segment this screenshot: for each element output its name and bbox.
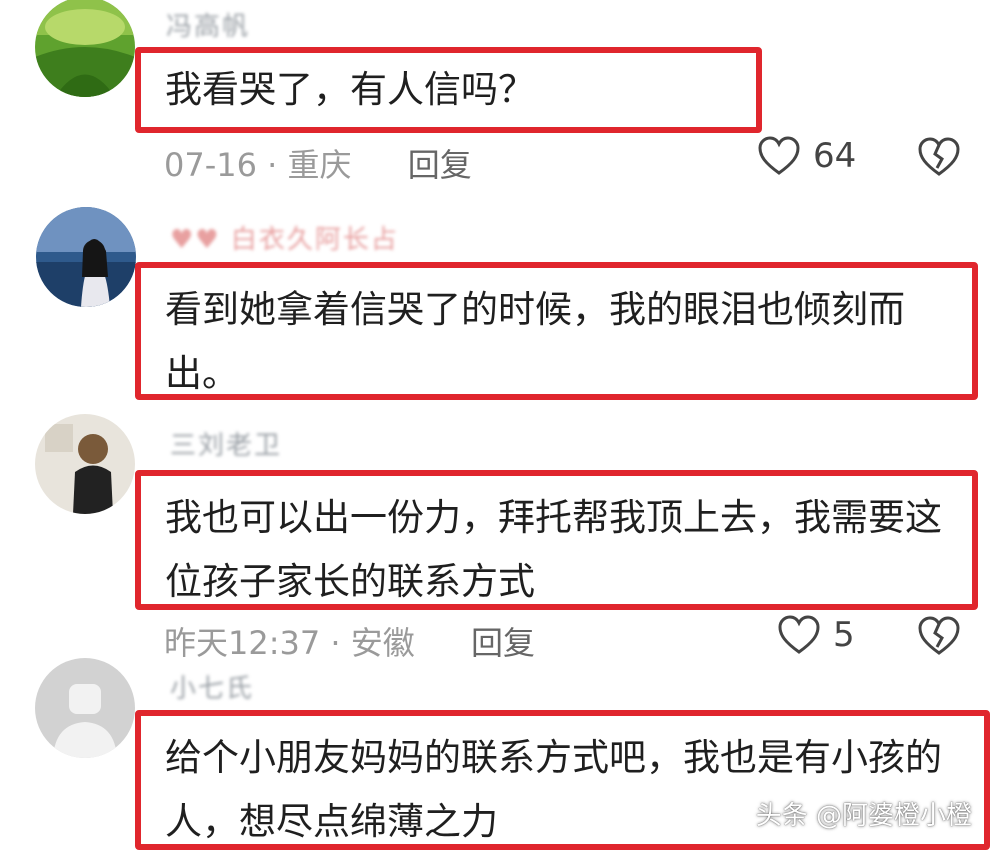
watermark: 头条 @阿婆橙小橙 [755, 801, 972, 831]
avatar[interactable] [35, 658, 135, 758]
comment-text: 看到她拿着信哭了的时候，我的眼泪也倾刻而出。 [165, 288, 905, 395]
comment-bubble: 我也可以出一份力，拜托帮我顶上去，我需要这位孩子家长的联系方式 [135, 470, 978, 610]
girl-seaside-avatar-icon [36, 207, 136, 307]
username[interactable]: ♥♥ 白衣久阿长占 [170, 219, 399, 256]
like-button[interactable]: 64 [757, 136, 856, 176]
heart-icon [758, 136, 800, 175]
dislike-button[interactable] [917, 615, 961, 657]
broken-heart-icon [918, 616, 960, 655]
broken-heart-icon [918, 137, 960, 176]
comment-date: 昨天12:37 [164, 624, 321, 662]
avatar[interactable] [35, 0, 135, 97]
comment-bubble: 看到她拿着信哭了的时候，我的眼泪也倾刻而出。 [135, 262, 978, 400]
comment-text: 我也可以出一份力，拜托帮我顶上去，我需要这位孩子家长的联系方式 [165, 496, 942, 603]
reply-button[interactable]: 回复 [408, 146, 472, 184]
reply-button[interactable]: 回复 [471, 624, 535, 662]
comment-meta: 昨天12:37 · 安徽 回复 [164, 618, 535, 664]
meta-separator: · [320, 624, 351, 662]
meta-separator: · [256, 146, 288, 184]
avatar[interactable] [35, 414, 135, 514]
comment-location: 重庆 [287, 146, 352, 184]
like-count: 5 [833, 615, 855, 655]
heart-icon [778, 615, 820, 654]
comment-text: 我看哭了，有人信吗？ [165, 68, 535, 111]
comment-date: 07-16 [164, 146, 257, 184]
default-gray-avatar-icon [35, 658, 135, 758]
comment-meta: 07-16 · 重庆 回复 [164, 140, 472, 186]
username[interactable]: 三刘老卫 [170, 425, 282, 462]
green-landscape-avatar-icon [35, 0, 135, 97]
comment-text: 给个小朋友妈妈的联系方式吧，我也是有小孩的人，想尽点绵薄之力 [165, 736, 942, 843]
comment-bubble: 我看哭了，有人信吗？ [135, 47, 762, 133]
like-count: 64 [813, 136, 857, 176]
comment-location: 安徽 [350, 624, 415, 662]
dislike-button[interactable] [917, 136, 961, 178]
avatar[interactable] [36, 207, 136, 307]
person-avatar-icon [35, 414, 135, 514]
username[interactable]: 小七氏 [170, 668, 254, 705]
like-button[interactable]: 5 [777, 615, 855, 655]
username[interactable]: 冯高帆 [166, 6, 250, 43]
